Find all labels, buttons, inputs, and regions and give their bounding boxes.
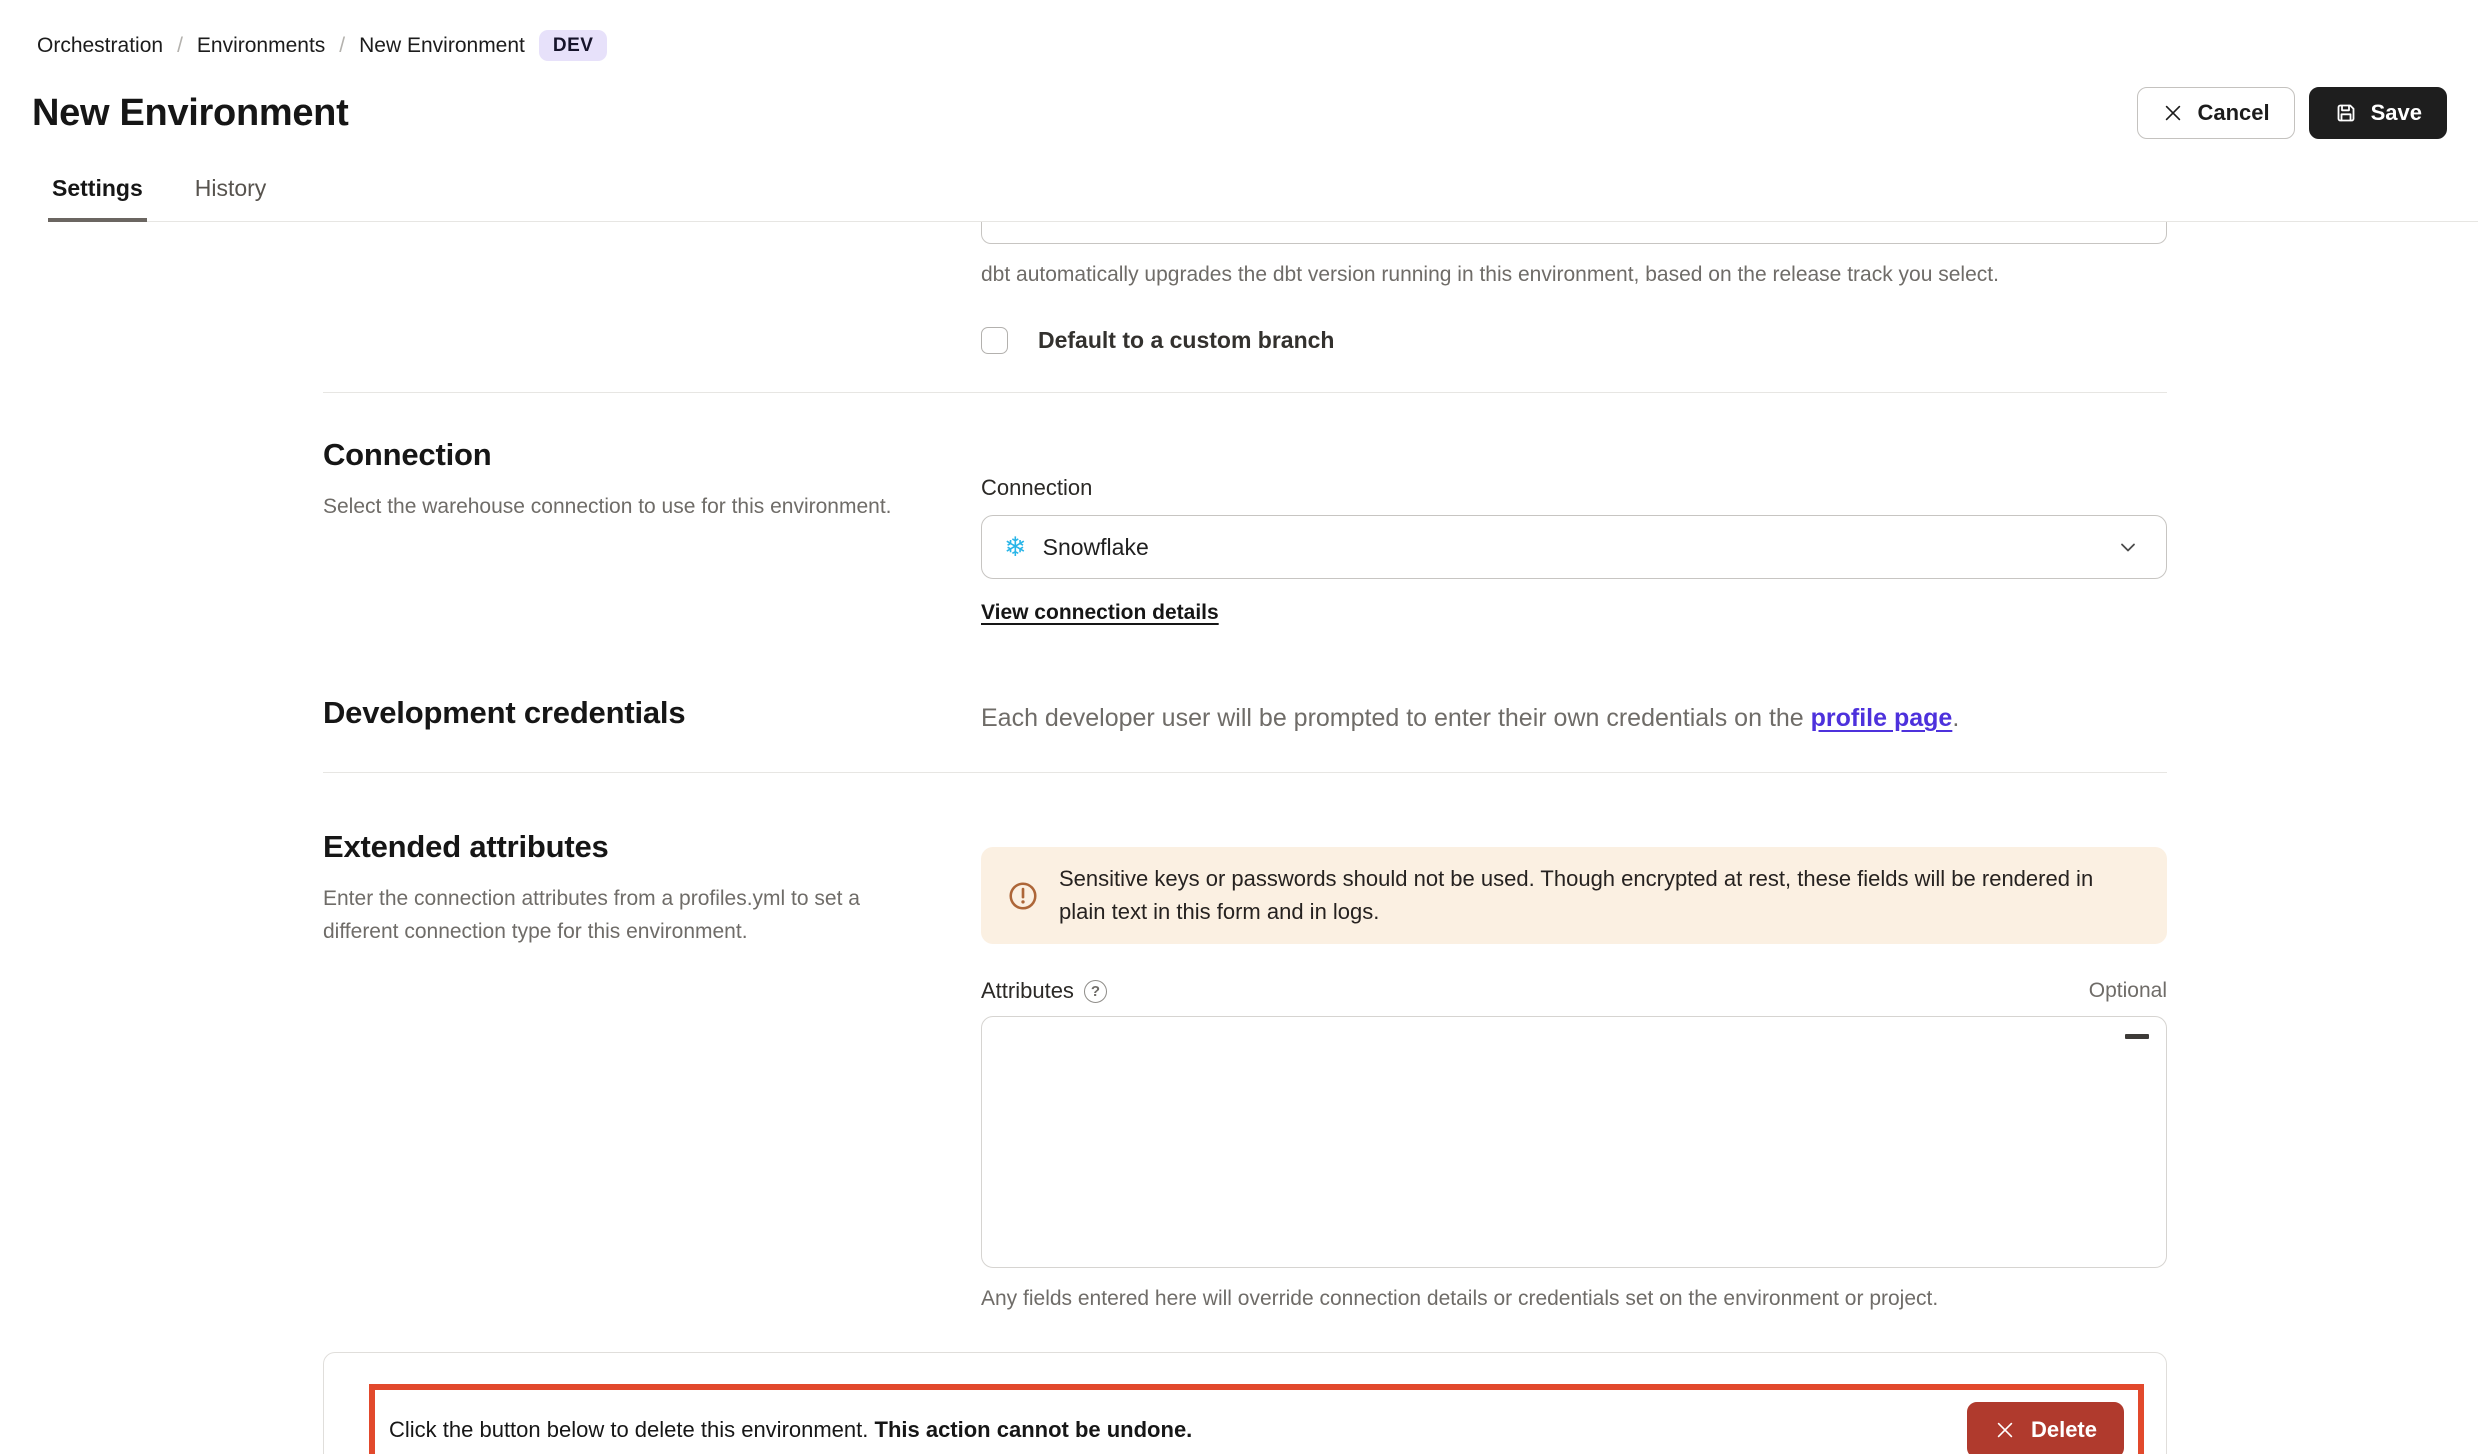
- breadcrumb-separator: /: [177, 34, 183, 58]
- section-divider: [323, 772, 2167, 773]
- page-title: New Environment: [32, 92, 348, 135]
- release-track-section: dbt automatically upgrades the dbt versi…: [323, 222, 2167, 354]
- save-button[interactable]: Save: [2309, 87, 2447, 139]
- title-row: New Environment Cancel Save: [0, 61, 2478, 139]
- env-type-badge: DEV: [539, 30, 608, 61]
- delete-button-label: Delete: [2031, 1419, 2097, 1441]
- delete-button[interactable]: Delete: [1967, 1402, 2124, 1454]
- release-track-select-fragment[interactable]: [981, 222, 2167, 244]
- breadcrumb-orchestration[interactable]: Orchestration: [37, 34, 163, 58]
- attributes-field-label: Attributes ?: [981, 978, 1107, 1004]
- extended-attributes-section: Extended attributes Enter the connection…: [323, 829, 2167, 1313]
- cancel-button[interactable]: Cancel: [2137, 87, 2294, 139]
- breadcrumb: Orchestration / Environments / New Envir…: [0, 0, 2478, 61]
- environment-settings-page: Orchestration / Environments / New Envir…: [0, 0, 2478, 1454]
- help-icon[interactable]: ?: [1084, 980, 1107, 1003]
- breadcrumb-new-environment: New Environment: [359, 34, 525, 58]
- view-connection-details-link[interactable]: View connection details: [981, 601, 1219, 625]
- delete-text-regular: Click the button below to delete this en…: [389, 1417, 875, 1442]
- dev-credentials-text-after: .: [1952, 704, 1959, 732]
- annotation-highlight-box: Click the button below to delete this en…: [369, 1384, 2144, 1454]
- attributes-editor-wrap: [981, 1016, 2167, 1268]
- cancel-button-label: Cancel: [2197, 102, 2269, 124]
- collapse-icon[interactable]: [2125, 1034, 2149, 1039]
- warning-text: Sensitive keys or passwords should not b…: [1059, 863, 2141, 928]
- attributes-label-row: Attributes ? Optional: [981, 978, 2167, 1004]
- profile-page-link[interactable]: profile page: [1811, 704, 1953, 732]
- alert-icon: [1007, 880, 1039, 912]
- attributes-label-text: Attributes: [981, 978, 1074, 1004]
- custom-branch-row: Default to a custom branch: [981, 327, 2167, 354]
- connection-description: Select the warehouse connection to use f…: [323, 491, 933, 524]
- connection-select[interactable]: ❄ Snowflake: [981, 515, 2167, 579]
- tab-history[interactable]: History: [191, 175, 271, 222]
- close-icon: [1994, 1419, 2016, 1441]
- breadcrumb-separator: /: [339, 34, 345, 58]
- connection-selected-value: Snowflake: [1043, 534, 1149, 561]
- connection-field-label: Connection: [981, 475, 2167, 501]
- custom-branch-checkbox[interactable]: [981, 327, 1008, 354]
- custom-branch-label: Default to a custom branch: [1038, 327, 1334, 354]
- close-icon: [2162, 102, 2184, 124]
- attributes-helper: Any fields entered here will override co…: [981, 1284, 2167, 1313]
- header-actions: Cancel Save: [2137, 87, 2447, 139]
- breadcrumb-environments[interactable]: Environments: [197, 34, 325, 58]
- extended-attributes-description: Enter the connection attributes from a p…: [323, 883, 933, 948]
- dev-credentials-text: Each developer user will be prompted to …: [981, 701, 2167, 736]
- attributes-editor[interactable]: [981, 1016, 2167, 1268]
- chevron-down-icon: [2116, 535, 2140, 559]
- delete-text-bold: This action cannot be undone.: [875, 1417, 1193, 1442]
- dev-credentials-section: Development credentials Each developer u…: [323, 695, 2167, 736]
- sensitive-keys-warning: Sensitive keys or passwords should not b…: [981, 847, 2167, 944]
- extended-attributes-heading: Extended attributes: [323, 829, 981, 865]
- connection-section: Connection Select the warehouse connecti…: [323, 437, 2167, 625]
- dev-credentials-text-before: Each developer user will be prompted to …: [981, 704, 1811, 732]
- delete-environment-text: Click the button below to delete this en…: [389, 1417, 1192, 1443]
- dev-credentials-heading: Development credentials: [323, 695, 981, 731]
- release-track-helper: dbt automatically upgrades the dbt versi…: [981, 260, 2167, 289]
- save-icon: [2334, 101, 2358, 125]
- connection-heading: Connection: [323, 437, 981, 473]
- section-divider: [323, 392, 2167, 393]
- danger-zone-card: Click the button below to delete this en…: [323, 1352, 2167, 1454]
- optional-label: Optional: [2089, 979, 2167, 1003]
- save-button-label: Save: [2371, 102, 2422, 124]
- tab-bar: Settings History: [48, 175, 2478, 222]
- tab-settings[interactable]: Settings: [48, 175, 147, 222]
- settings-content: dbt automatically upgrades the dbt versi…: [0, 222, 2478, 1454]
